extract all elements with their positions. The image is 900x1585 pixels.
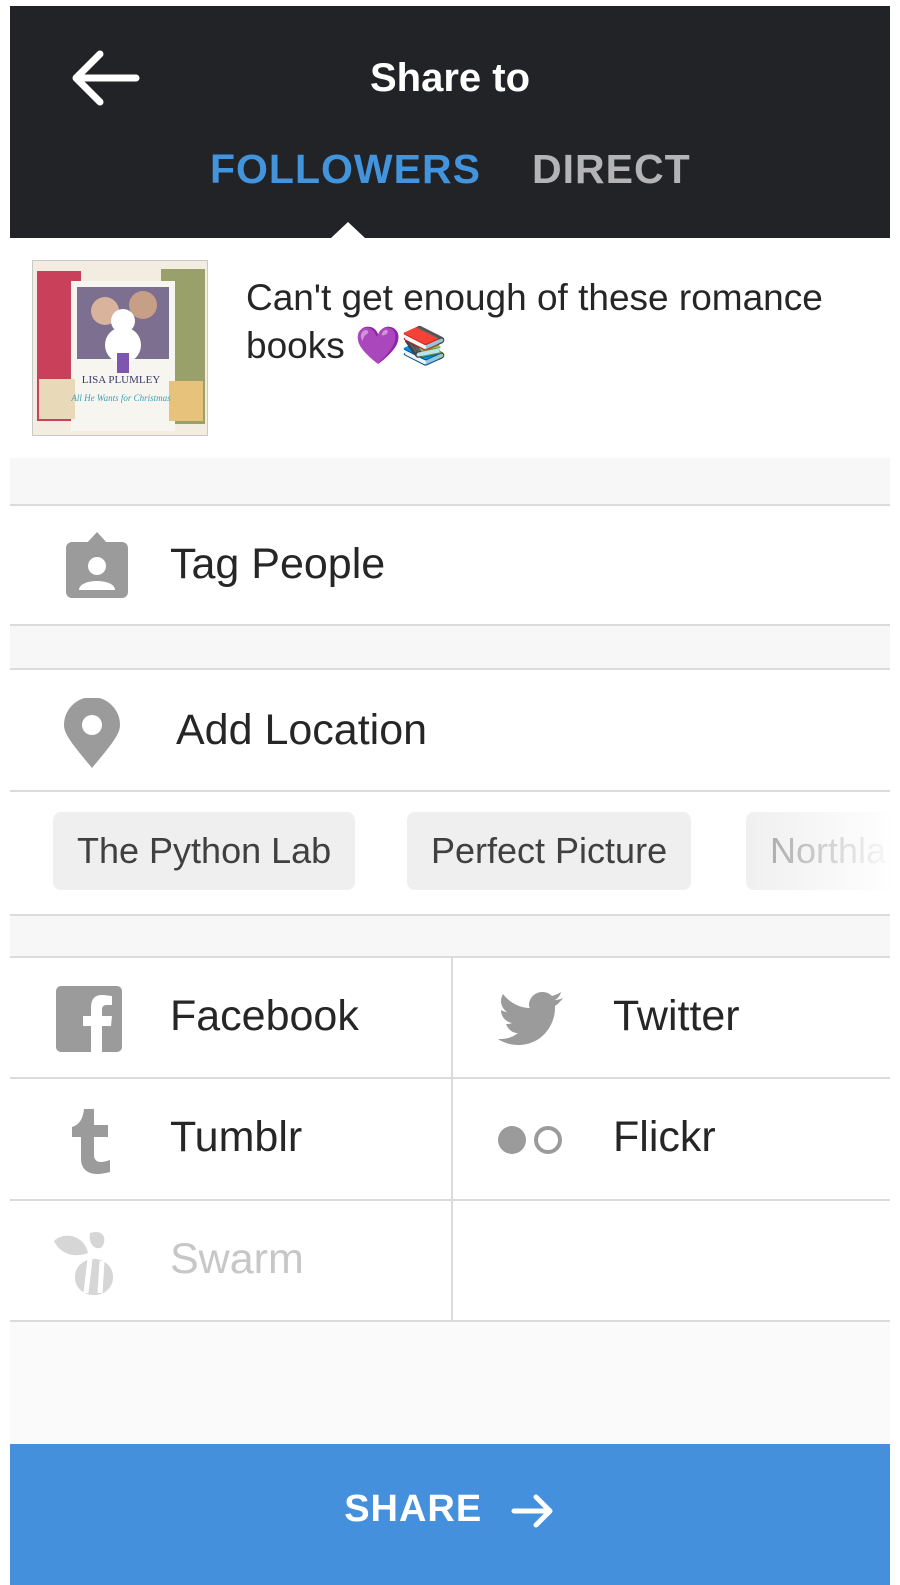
- facebook-label: Facebook: [170, 992, 359, 1040]
- share-swarm[interactable]: Swarm: [10, 1201, 450, 1322]
- share-twitter[interactable]: Twitter: [453, 958, 890, 1079]
- section-spacer: [10, 458, 890, 504]
- share-facebook[interactable]: Facebook: [10, 958, 450, 1079]
- tag-people-label: Tag People: [170, 540, 386, 588]
- twitter-label: Twitter: [613, 992, 740, 1040]
- add-location-row[interactable]: Add Location: [10, 668, 890, 792]
- flickr-icon: [498, 1126, 562, 1154]
- active-tab-indicator: [331, 222, 365, 238]
- header-bar: Share to FOLLOWERS DIRECT: [10, 6, 890, 238]
- share-label: SHARE: [344, 1488, 483, 1530]
- share-button[interactable]: SHARE: [10, 1444, 890, 1585]
- tumblr-label: Tumblr: [170, 1113, 303, 1161]
- empty-cell: [453, 1201, 890, 1322]
- location-chip[interactable]: The Python Lab: [53, 812, 356, 890]
- thumbnail-image: LISA PLUMLEY All He Wants for Christmas: [33, 261, 207, 435]
- share-screen: Share to FOLLOWERS DIRECT LISA PLUMLEY A…: [10, 6, 890, 1585]
- twitter-icon: [498, 992, 563, 1045]
- location-chip[interactable]: Northla: [746, 812, 890, 890]
- tag-people-icon: [66, 532, 128, 598]
- flickr-label: Flickr: [613, 1113, 716, 1161]
- share-targets: Facebook Twitter Tumblr Flickr Swarm: [10, 956, 890, 1322]
- tab-followers[interactable]: FOLLOWERS: [210, 146, 481, 193]
- page-title: Share to: [369, 56, 531, 100]
- post-thumbnail[interactable]: LISA PLUMLEY All He Wants for Christmas: [32, 260, 208, 436]
- tab-direct[interactable]: DIRECT: [532, 146, 691, 193]
- swarm-icon: [54, 1231, 114, 1295]
- add-location-label: Add Location: [176, 706, 428, 754]
- caption-text[interactable]: Can't get enough of these romance books …: [246, 274, 866, 370]
- thumbnail-author: LISA PLUMLEY: [82, 374, 161, 386]
- location-chip[interactable]: Perfect Picture: [407, 812, 692, 890]
- section-spacer: [10, 916, 890, 956]
- caption-row: LISA PLUMLEY All He Wants for Christmas …: [10, 238, 890, 460]
- section-spacer: [10, 626, 890, 670]
- tag-people-row[interactable]: Tag People: [10, 504, 890, 626]
- share-tumblr[interactable]: Tumblr: [10, 1079, 450, 1200]
- location-pin-icon: [64, 698, 120, 768]
- swarm-label: Swarm: [170, 1235, 304, 1283]
- arrow-right-icon: [511, 1494, 553, 1528]
- bottom-spacer: [10, 1322, 890, 1444]
- location-suggestions: The Python Lab Perfect Picture Northla: [10, 792, 890, 916]
- share-flickr[interactable]: Flickr: [453, 1079, 890, 1200]
- thumbnail-title: All He Wants for Christmas: [70, 393, 171, 403]
- facebook-icon: [56, 986, 122, 1052]
- share-button-content: SHARE: [10, 1488, 890, 1531]
- tumblr-icon: [72, 1109, 110, 1174]
